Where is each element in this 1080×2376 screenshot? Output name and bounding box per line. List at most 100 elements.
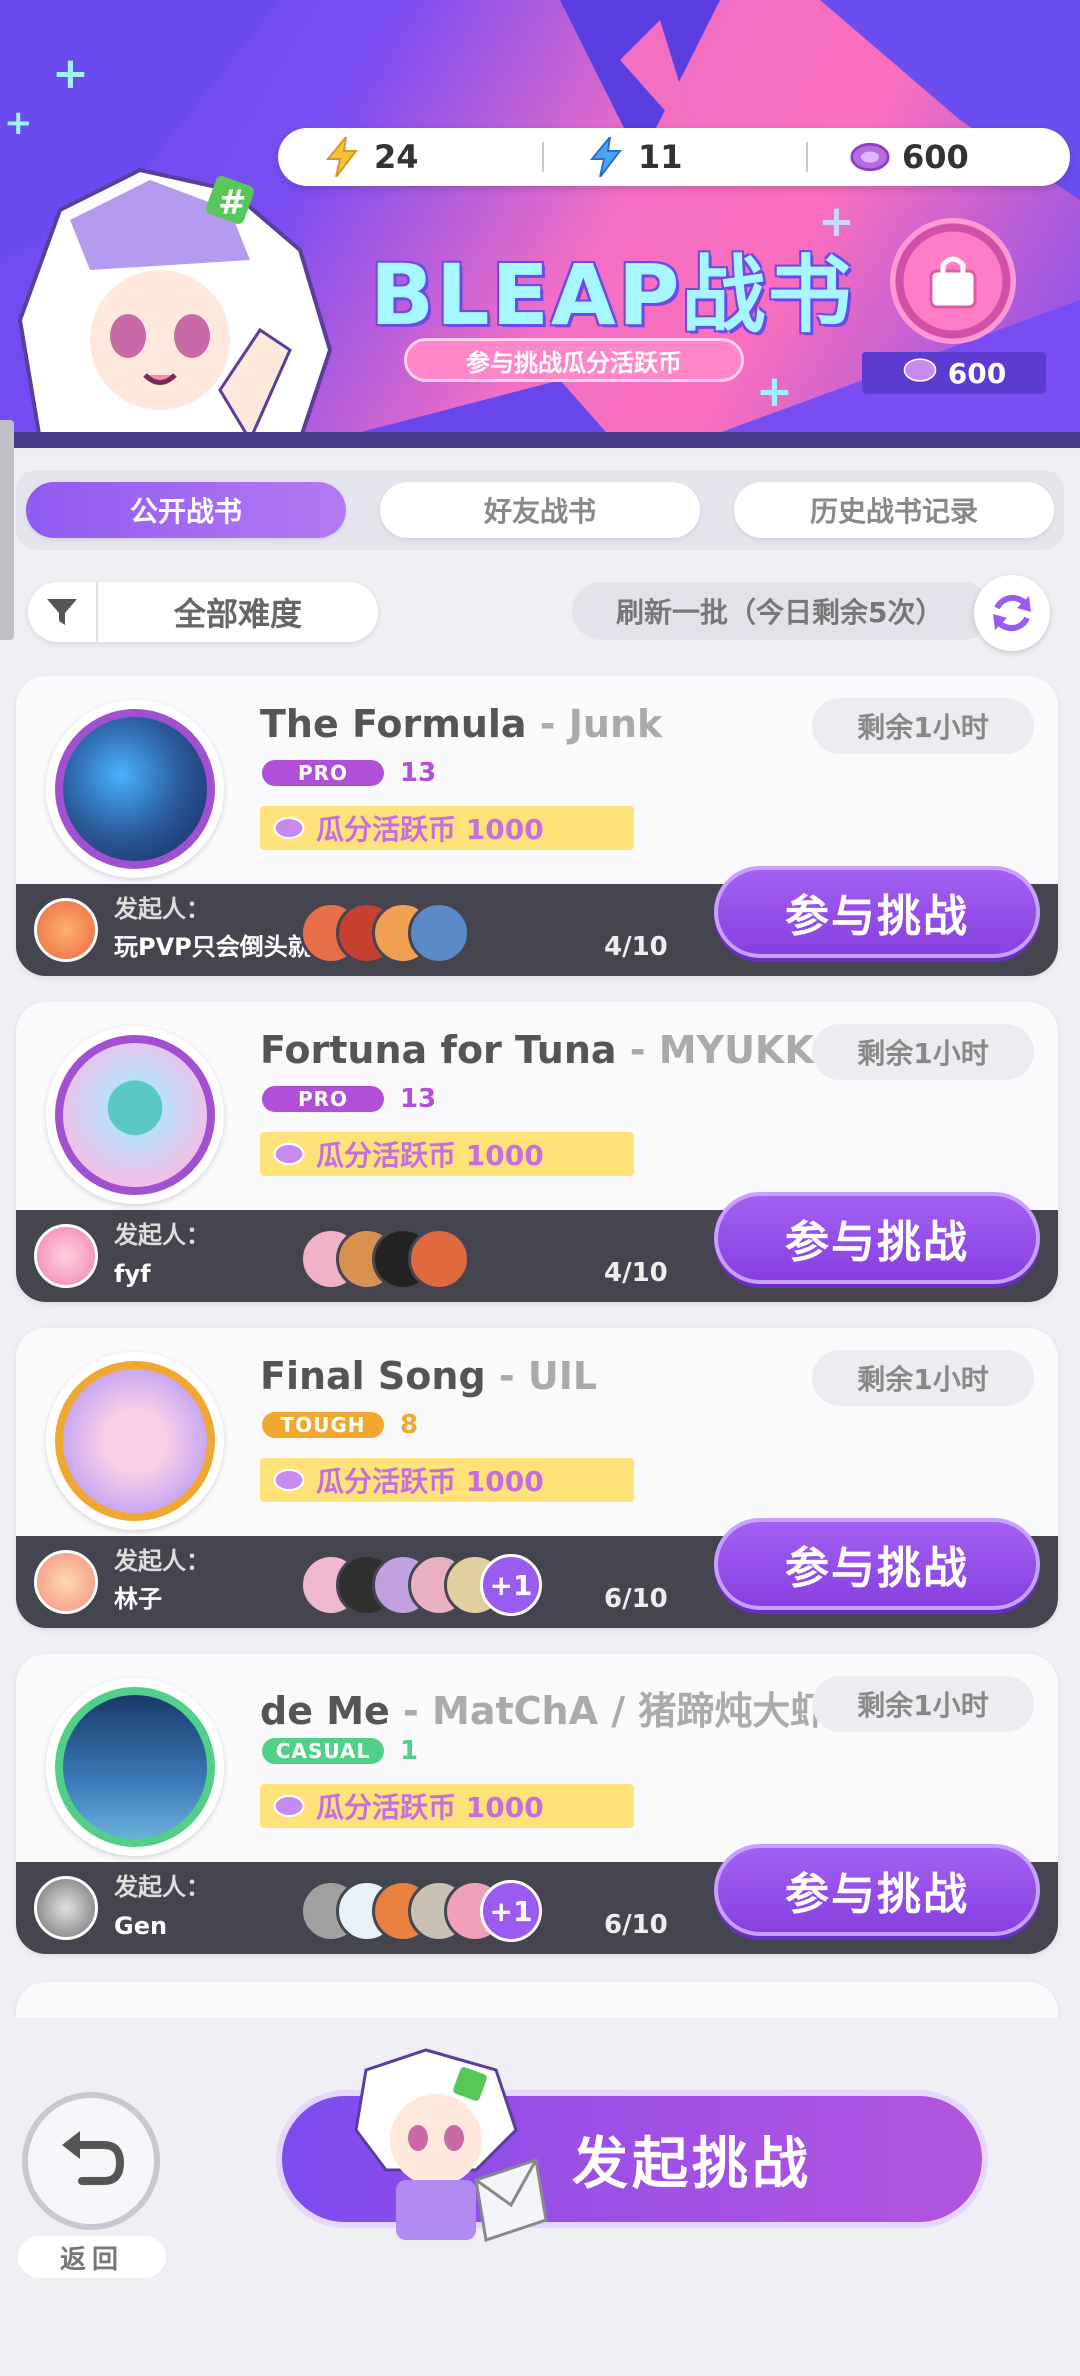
lightning-yellow-icon	[322, 137, 362, 177]
energy-blue: 11	[542, 128, 806, 186]
jacket-art	[55, 1687, 215, 1847]
reward-banner: 瓜分活跃币 1000	[260, 1784, 634, 1828]
coin-icon	[273, 1794, 305, 1818]
difficulty-level: 13	[400, 758, 437, 788]
difficulty-badge: CASUAL	[262, 1738, 384, 1764]
host-name: 林子	[114, 1585, 162, 1613]
tab-public[interactable]: 公开战书	[26, 482, 346, 538]
jacket-art	[55, 709, 215, 869]
tab-bar: 公开战书 好友战书 历史战书记录	[16, 470, 1064, 550]
song-jacket	[46, 700, 224, 878]
host-label: 发起人：	[114, 1547, 210, 1575]
song-artist: - MatChA / 猪蹄炖大虾	[389, 1689, 820, 1733]
time-left-badge: 剩余1小时	[812, 1350, 1034, 1406]
challenge-card: The Formula - Junk PRO 13 瓜分活跃币 1000 剩余1…	[16, 676, 1058, 976]
song-jacket	[46, 1026, 224, 1204]
participant-count: 4/10	[604, 932, 668, 962]
song-artist: - UIL	[485, 1354, 598, 1398]
coin-icon	[273, 1468, 305, 1492]
host-name: 玩PVP只会倒头就睡	[114, 933, 314, 961]
join-challenge-button[interactable]: 参与挑战	[714, 1518, 1040, 1610]
song-artist: - Junk	[526, 702, 663, 746]
song-title: de Me - MatChA / 猪蹄炖大虾	[260, 1680, 820, 1735]
reward-banner: 瓜分活跃币 1000	[260, 1458, 634, 1502]
difficulty-row: PRO 13	[262, 758, 436, 788]
difficulty-filter[interactable]: 全部难度	[28, 582, 378, 642]
coin-icon	[273, 816, 305, 840]
participant-count: 6/10	[604, 1584, 668, 1614]
reward-text: 瓜分活跃币 1000	[316, 813, 544, 846]
back-button[interactable]	[22, 2092, 160, 2230]
song-name: Final Song	[260, 1354, 486, 1398]
time-left-badge: 剩余1小时	[812, 1676, 1034, 1732]
song-artist: - MYUKKE	[616, 1028, 820, 1072]
coin-balance: 600	[806, 128, 1070, 186]
difficulty-badge: PRO	[262, 1086, 384, 1112]
shop-button[interactable]	[890, 218, 1016, 344]
energy-blue-value: 11	[638, 138, 683, 176]
join-challenge-button[interactable]: 参与挑战	[714, 866, 1040, 958]
challenge-card: Final Song - UIL TOUGH 8 瓜分活跃币 1000 剩余1小…	[16, 1328, 1058, 1628]
host-label: 发起人：	[114, 1873, 210, 1901]
participant-avatars	[300, 902, 470, 964]
host-avatar[interactable]	[34, 1224, 98, 1288]
join-challenge-button[interactable]: 参与挑战	[714, 1844, 1040, 1936]
avatar	[408, 902, 470, 964]
svg-text:#: #	[218, 183, 247, 223]
shop-coin-balance: 600	[862, 352, 1046, 394]
back-label: 返回	[18, 2236, 166, 2278]
divider	[0, 432, 1080, 448]
difficulty-level: 1	[400, 1736, 419, 1766]
host-avatar[interactable]	[34, 1550, 98, 1614]
header-banner: + + + + # 24 11 600 BLEAP战书 参与挑战瓜分活跃币 60…	[0, 0, 1080, 448]
difficulty-badge: PRO	[262, 760, 384, 786]
sparkle-icon: +	[756, 366, 793, 417]
mascot-with-letter-illustration	[354, 2048, 548, 2242]
participant-avatars: +1	[300, 1880, 542, 1942]
energy-yellow: 24	[278, 128, 542, 186]
host-name: fyf	[114, 1260, 151, 1288]
lightning-blue-icon	[586, 137, 626, 177]
host-avatar[interactable]	[34, 898, 98, 962]
reward-text: 瓜分活跃币 1000	[316, 1139, 544, 1172]
page-title: BLEAP战书	[370, 246, 854, 344]
back-arrow-icon	[62, 2131, 125, 2185]
refresh-button[interactable]	[974, 575, 1050, 651]
song-jacket	[46, 1352, 224, 1530]
difficulty-badge: TOUGH	[262, 1412, 384, 1438]
host-avatar[interactable]	[34, 1876, 98, 1940]
coin-icon	[273, 1142, 305, 1166]
participant-avatars	[300, 1228, 470, 1290]
join-challenge-button[interactable]: 参与挑战	[714, 1192, 1040, 1284]
host-name: Gen	[114, 1912, 168, 1940]
song-title: Final Song - UIL	[260, 1354, 820, 1398]
tab-friends[interactable]: 好友战书	[380, 482, 700, 538]
reward-banner: 瓜分活跃币 1000	[260, 1132, 634, 1176]
mascot-illustration: #	[17, 167, 333, 440]
difficulty-row: TOUGH 8	[262, 1410, 418, 1440]
filter-icon	[28, 582, 98, 642]
time-left-badge: 剩余1小时	[812, 1024, 1034, 1080]
reward-banner: 瓜分活跃币 1000	[260, 806, 634, 850]
currency-bar: 24 11 600	[278, 128, 1070, 186]
difficulty-level: 8	[400, 1410, 419, 1440]
more-participants-badge: +1	[480, 1880, 542, 1942]
avatar	[408, 1228, 470, 1290]
participant-count: 6/10	[604, 1910, 668, 1940]
side-handle	[0, 420, 14, 640]
jacket-art	[55, 1035, 215, 1195]
shopping-bag-icon	[929, 256, 977, 309]
reward-text: 瓜分活跃币 1000	[316, 1791, 544, 1824]
host-label: 发起人：	[114, 895, 210, 923]
participant-count: 4/10	[604, 1258, 668, 1288]
song-name: The Formula	[260, 702, 527, 746]
coin-balance-value: 600	[902, 138, 969, 176]
difficulty-row: PRO 13	[262, 1084, 436, 1114]
refresh-label[interactable]: 刷新一批（今日剩余5次）	[572, 582, 992, 640]
filter-label: 全部难度	[173, 595, 302, 633]
challenge-card: Fortuna for Tuna - MYUKKE PRO 13 瓜分活跃币 1…	[16, 1002, 1058, 1302]
reward-text: 瓜分活跃币 1000	[316, 1465, 544, 1498]
tab-history[interactable]: 历史战书记录	[734, 482, 1054, 538]
shop-coin-value: 600	[947, 356, 1007, 390]
refresh-icon	[993, 594, 1031, 632]
